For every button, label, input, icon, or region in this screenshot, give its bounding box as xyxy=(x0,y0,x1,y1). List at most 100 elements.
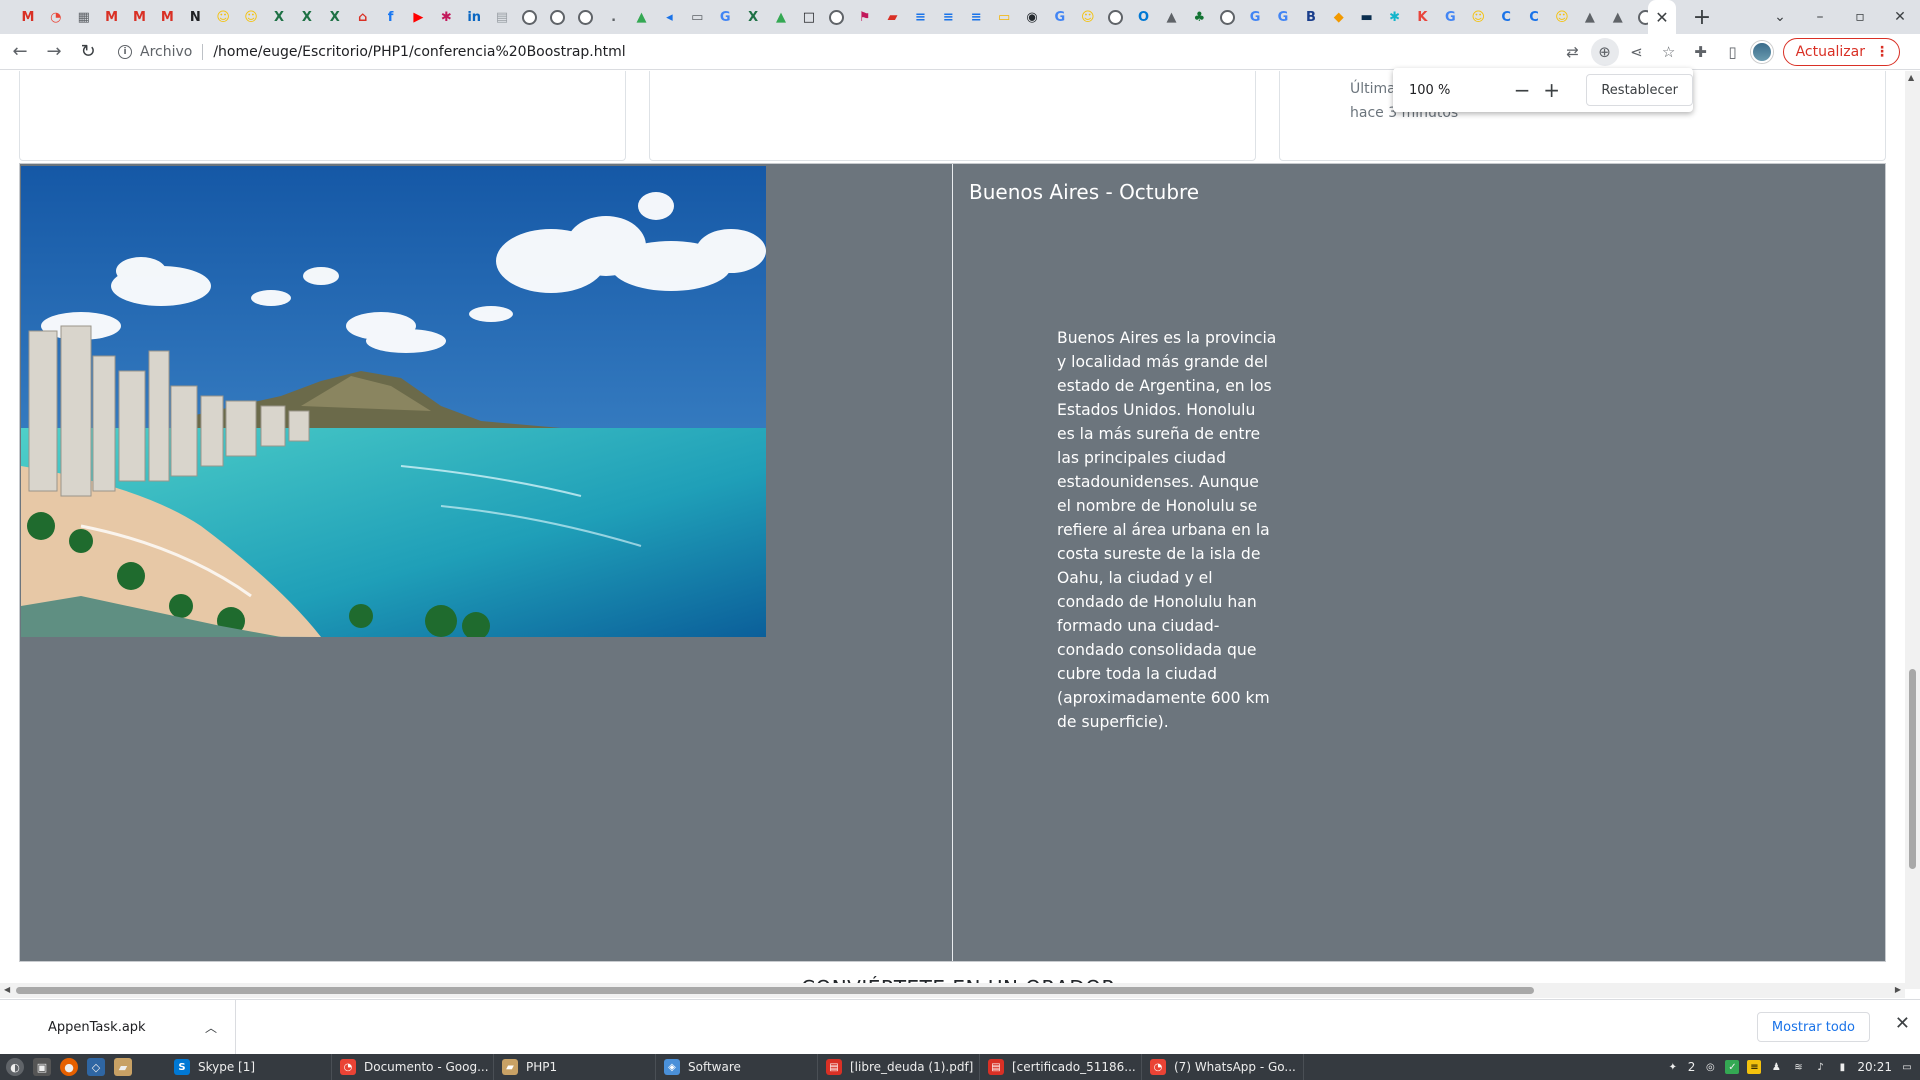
browser-tab[interactable]: ◂ xyxy=(655,0,683,34)
browser-tab[interactable] xyxy=(516,0,544,34)
extensions-puzzle-icon[interactable]: ✚ xyxy=(1687,38,1715,66)
browser-tab[interactable]: ◆ xyxy=(1325,0,1353,34)
browser-tab[interactable] xyxy=(1213,0,1241,34)
browser-tab[interactable]: ▶ xyxy=(404,0,432,34)
browser-tab[interactable]: ▲ xyxy=(1158,0,1186,34)
browser-tab[interactable]: ▲ xyxy=(1576,0,1604,34)
browser-tab[interactable]: f xyxy=(377,0,405,34)
browser-tab[interactable]: ▲ xyxy=(1604,0,1632,34)
browser-tab[interactable]: G xyxy=(1436,0,1464,34)
browser-tab[interactable]: ▭ xyxy=(990,0,1018,34)
taskbar-task[interactable]: ▰ PHP1 xyxy=(494,1054,656,1080)
browser-tab[interactable]: ⚑ xyxy=(851,0,879,34)
scroll-up-arrow-icon[interactable]: ▲ xyxy=(1908,73,1914,82)
browser-tab[interactable]: X xyxy=(265,0,293,34)
chevron-up-icon[interactable]: ︿ xyxy=(205,1019,217,1036)
profile-avatar[interactable] xyxy=(1750,41,1773,63)
close-download-bar-icon[interactable]: ✕ xyxy=(1895,1013,1910,1034)
show-desktop-icon[interactable]: ▭ xyxy=(1900,1060,1914,1074)
browser-tab[interactable]: M xyxy=(153,0,181,34)
taskbar-task[interactable]: ▤ [certificado_51186... xyxy=(980,1054,1142,1080)
forward-arrow-icon[interactable]: → xyxy=(40,38,68,66)
browser-tab[interactable]: ▦ xyxy=(70,0,98,34)
browser-tab[interactable]: O xyxy=(1130,0,1158,34)
volume-icon[interactable]: ♪ xyxy=(1813,1060,1827,1074)
taskbar-task[interactable]: ◔ Documento - Goog... xyxy=(332,1054,494,1080)
zoom-out-minus-icon[interactable]: − xyxy=(1507,78,1537,102)
scroll-left-arrow-icon[interactable]: ◀ xyxy=(4,985,10,994)
horizontal-scroll-thumb[interactable] xyxy=(16,987,1534,994)
browser-tab[interactable]: ▤ xyxy=(488,0,516,34)
info-icon[interactable]: i xyxy=(118,45,132,59)
browser-tab[interactable]: ▭ xyxy=(683,0,711,34)
network-monitor-icon[interactable]: ◎ xyxy=(1703,1060,1717,1074)
notes-icon[interactable]: ≡ xyxy=(1747,1060,1762,1074)
browser-tab[interactable]: X xyxy=(739,0,767,34)
active-tab[interactable]: ✕ xyxy=(1648,0,1676,34)
files-icon[interactable]: ▣ xyxy=(33,1058,51,1076)
minimize-icon[interactable]: – xyxy=(1800,0,1840,34)
new-tab-button[interactable]: + xyxy=(1686,0,1718,34)
folder-icon[interactable]: ▰ xyxy=(114,1058,132,1076)
browser-tab[interactable]: X xyxy=(293,0,321,34)
browser-tab[interactable] xyxy=(544,0,572,34)
browser-tab[interactable]: N xyxy=(181,0,209,34)
browser-tab[interactable]: X xyxy=(321,0,349,34)
bookmark-star-icon[interactable]: ☆ xyxy=(1655,38,1683,66)
translate-icon[interactable]: ⇄ xyxy=(1559,38,1587,66)
taskbar-task[interactable]: ▤ [libre_deuda (1).pdf] xyxy=(818,1054,980,1080)
taskbar-task[interactable]: ◔ (7) WhatsApp - Go... xyxy=(1142,1054,1304,1080)
browser-tab[interactable]: G xyxy=(1046,0,1074,34)
vertical-scroll-thumb[interactable] xyxy=(1909,669,1916,869)
browser-tab[interactable]: . xyxy=(600,0,628,34)
show-all-downloads-button[interactable]: Mostrar todo xyxy=(1756,1012,1870,1042)
zoom-in-plus-icon[interactable]: + xyxy=(1537,78,1567,102)
notifications-icon[interactable]: ✦ xyxy=(1666,1060,1680,1074)
close-window-icon[interactable]: ✕ xyxy=(1880,0,1920,34)
browser-tab[interactable]: in xyxy=(460,0,488,34)
taskbar-task[interactable]: ◈ Software xyxy=(656,1054,818,1080)
browser-tab[interactable]: ☺ xyxy=(1464,0,1492,34)
browser-tab[interactable]: B xyxy=(1297,0,1325,34)
browser-tab[interactable]: ▲ xyxy=(767,0,795,34)
browser-tab[interactable]: ≡ xyxy=(962,0,990,34)
tab-search-chevron-down-icon[interactable]: ⌄ xyxy=(1760,0,1800,34)
browser-tab[interactable]: ♣ xyxy=(1185,0,1213,34)
download-item[interactable]: AppenTask.apk ︿ xyxy=(0,999,236,1055)
zoom-reset-button[interactable]: Restablecer xyxy=(1586,74,1693,106)
browser-tab[interactable]: M xyxy=(98,0,126,34)
virtualbox-icon[interactable]: ◇ xyxy=(87,1058,105,1076)
vertical-scrollbar[interactable]: ▲ xyxy=(1905,71,1920,989)
update-check-icon[interactable]: ✓ xyxy=(1725,1060,1740,1074)
browser-tab[interactable]: C xyxy=(1520,0,1548,34)
browser-tab[interactable]: M xyxy=(14,0,42,34)
browser-tab[interactable]: ▰ xyxy=(879,0,907,34)
horizontal-scrollbar[interactable]: ◀ ▶ xyxy=(0,983,1905,998)
browser-tab[interactable]: K xyxy=(1409,0,1437,34)
browser-tab[interactable]: ✱ xyxy=(432,0,460,34)
zoom-magnifier-icon[interactable]: ⊕ xyxy=(1590,38,1619,66)
battery-icon[interactable]: ▮ xyxy=(1835,1060,1849,1074)
browser-tab[interactable]: ☺ xyxy=(1074,0,1102,34)
scroll-right-arrow-icon[interactable]: ▶ xyxy=(1895,985,1901,994)
browser-tab[interactable]: ✱ xyxy=(1381,0,1409,34)
browser-tab[interactable]: M xyxy=(126,0,154,34)
url-text[interactable]: /home/euge/Escritorio/PHP1/conferencia%2… xyxy=(213,44,625,60)
user-icon[interactable]: ♟ xyxy=(1769,1060,1783,1074)
browser-tab[interactable]: ≡ xyxy=(907,0,935,34)
update-button[interactable]: Actualizar ⋮ xyxy=(1782,38,1900,66)
menu-icon[interactable]: ◐ xyxy=(6,1058,24,1076)
browser-tab[interactable]: ☺ xyxy=(237,0,265,34)
browser-tab[interactable]: C xyxy=(1492,0,1520,34)
browser-tab[interactable]: G xyxy=(1241,0,1269,34)
browser-tab[interactable]: □ xyxy=(795,0,823,34)
browser-tab[interactable]: ☺ xyxy=(1548,0,1576,34)
browser-tab[interactable]: ◉ xyxy=(1018,0,1046,34)
taskbar-task[interactable]: S Skype [1] xyxy=(166,1054,332,1080)
share-icon[interactable]: ⋖ xyxy=(1623,38,1651,66)
browser-tab[interactable]: ◔ xyxy=(42,0,70,34)
maximize-icon[interactable]: ▫ xyxy=(1840,0,1880,34)
side-panel-icon[interactable]: ▯ xyxy=(1719,38,1747,66)
browser-tab[interactable] xyxy=(572,0,600,34)
browser-tab[interactable]: G xyxy=(1269,0,1297,34)
